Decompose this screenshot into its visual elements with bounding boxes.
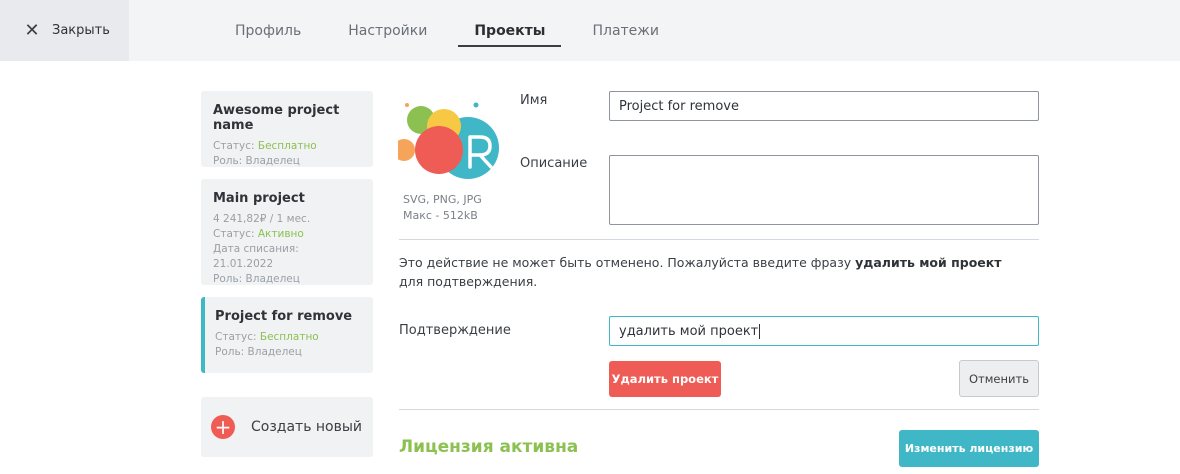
name-label: Имя: [520, 93, 548, 108]
status-value: Бесплатно: [259, 331, 319, 343]
project-status: Статус: Бесплатно: [213, 139, 361, 154]
status-value: Активно: [257, 228, 304, 240]
project-name: Awesome project name: [213, 103, 340, 133]
tab-payments[interactable]: Платежи: [576, 0, 675, 61]
project-name: Project for remove: [215, 309, 353, 324]
project-name: Main project: [213, 191, 305, 206]
confirm-input-value: удалить мой проект: [619, 323, 759, 339]
tab-profile[interactable]: Профиль: [219, 0, 317, 61]
project-card-awesome[interactable]: Awesome project name Статус: Бесплатно Р…: [201, 91, 373, 167]
name-input-value: Project for remove: [619, 98, 739, 114]
tab-bar: Профиль Настройки Проекты Платежи: [219, 0, 690, 61]
divider: [399, 239, 1039, 240]
create-project-button[interactable]: + Создать новый: [201, 397, 373, 457]
project-status: Статус: Бесплатно: [215, 330, 361, 345]
project-status: Статус: Активно: [213, 227, 361, 242]
logo-caption: SVG, PNG, JPG Макс - 512kB: [403, 192, 482, 224]
cancel-button[interactable]: Отменить: [959, 360, 1039, 397]
status-prefix: Статус:: [215, 331, 260, 343]
logo-max-size: Макс - 512kB: [403, 209, 478, 222]
project-role: Роль: Владелец: [213, 273, 300, 285]
divider: [399, 409, 1039, 410]
project-role: Роль: Владелец: [215, 346, 302, 358]
close-icon: ✕: [24, 19, 40, 41]
create-project-label: Создать новый: [251, 419, 363, 435]
plus-icon: +: [211, 415, 235, 439]
project-price: 4 241,82₽ / 1 мес.: [213, 213, 311, 225]
delete-warning: Это действие не может быть отменено. Пож…: [399, 253, 1019, 291]
status-prefix: Статус:: [213, 140, 258, 152]
project-card-main[interactable]: Main project 4 241,82₽ / 1 мес. Статус: …: [201, 179, 373, 285]
confirm-label: Подтверждение: [399, 323, 511, 338]
project-logo-upload[interactable]: [393, 99, 502, 185]
project-billing-date: Дата списания: 21.01.2022: [213, 243, 299, 270]
license-status-title: Лицензия активна: [399, 437, 579, 457]
text-caret: [759, 323, 761, 339]
tab-projects[interactable]: Проекты: [458, 0, 562, 61]
status-value: Бесплатно: [257, 140, 317, 152]
description-textarea[interactable]: [609, 155, 1039, 225]
warning-prefix: Это действие не может быть отменено. Пож…: [399, 255, 856, 270]
close-button[interactable]: ✕ Закрыть: [0, 0, 129, 61]
logo-formats: SVG, PNG, JPG: [403, 193, 482, 206]
top-bar: ✕ Закрыть Профиль Настройки Проекты Плат…: [0, 0, 1180, 61]
close-label: Закрыть: [52, 23, 110, 38]
project-logo-icon: [393, 102, 499, 179]
project-card-remove[interactable]: Project for remove Статус: Бесплатно Рол…: [201, 297, 373, 373]
confirm-input[interactable]: удалить мой проект: [609, 316, 1039, 346]
status-prefix: Статус:: [213, 228, 258, 240]
tab-settings[interactable]: Настройки: [332, 0, 443, 61]
delete-project-button[interactable]: Удалить проект: [609, 361, 721, 397]
warning-suffix: для подтверждения.: [399, 274, 538, 289]
name-input[interactable]: Project for remove: [609, 91, 1039, 121]
change-license-button[interactable]: Изменить лицензию: [899, 430, 1039, 467]
warning-phrase: удалить мой проект: [855, 255, 1002, 270]
project-role: Роль: Владелец: [213, 155, 300, 167]
description-label: Описание: [520, 156, 588, 171]
